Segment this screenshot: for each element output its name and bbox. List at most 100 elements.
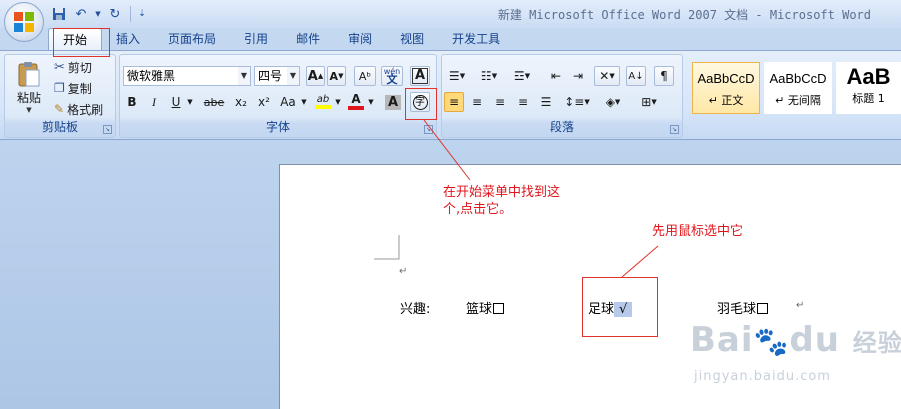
grow-font-button[interactable]: A ▲ (306, 66, 325, 86)
font-name-combo[interactable]: 微软雅黑 ▼ (123, 66, 251, 86)
bullets-button[interactable]: ☰ ▼ (444, 66, 470, 86)
paw-icon: 🐾 (753, 325, 790, 358)
tab-references[interactable]: 引用 (230, 28, 282, 50)
basketball-checkbox[interactable] (493, 303, 505, 314)
enclose-button-highlight-box (405, 88, 437, 120)
font-group-label: 字体 (265, 120, 290, 134)
annotation-menu-hint: 在开始菜单中找到这 个,点击它。 (443, 184, 560, 218)
clear-formatting-button[interactable]: Aᵇ (354, 66, 376, 86)
watermark-brand2: du (789, 320, 840, 360)
option-basketball[interactable]: 篮球 (466, 298, 505, 317)
bullets-icon: ☰ (448, 69, 460, 83)
increase-indent-button[interactable]: ⇥ (568, 66, 588, 86)
format-painter-button[interactable]: ✎ 格式刷 (53, 100, 104, 118)
highlight-dropdown-icon[interactable]: ▼ (333, 92, 343, 112)
paragraph-mark-line: ↵ (796, 300, 805, 311)
multilevel-list-dropdown-icon: ▼ (524, 72, 531, 80)
font-size-combo[interactable]: 四号 ▼ (254, 66, 300, 86)
window-title: 新建 Microsoft Office Word 2007 文档 - Micro… (497, 8, 871, 22)
shrink-font-button[interactable]: A ▼ (327, 66, 346, 86)
font-launcher-icon[interactable]: ↘ (424, 125, 433, 134)
character-shading-button[interactable]: A (383, 92, 403, 112)
borders-dropdown-icon: ▼ (651, 98, 657, 106)
numbering-button[interactable]: ☷ ▼ (476, 66, 502, 86)
distributed-button[interactable]: ☰ (536, 92, 556, 112)
tab-view[interactable]: 视图 (386, 28, 438, 50)
save-icon[interactable] (50, 5, 68, 23)
option-badminton[interactable]: 羽毛球 (717, 298, 769, 317)
paragraph-group-label: 段落 (549, 120, 574, 134)
align-right-icon: ≡ (494, 95, 506, 109)
italic-button[interactable]: I (145, 92, 163, 112)
paragraph-launcher-icon[interactable]: ↘ (670, 125, 679, 134)
style-normal[interactable]: AaBbCcD ↵ 正文 (692, 62, 760, 114)
style-heading-1-name: 标题 1 (852, 92, 885, 105)
change-case-dropdown-icon[interactable]: ▼ (299, 92, 309, 112)
watermark-cn: 经验 (852, 329, 901, 357)
multilevel-list-button[interactable]: ☲ ▼ (508, 66, 536, 86)
character-border-button[interactable]: A (410, 66, 430, 86)
change-case-button[interactable]: Aa (277, 92, 299, 112)
highlight-button[interactable]: ab (312, 91, 334, 111)
multilevel-list-icon: ☲ (513, 69, 525, 83)
copy-label: 复制 (67, 81, 92, 96)
align-center-button[interactable]: ≡ (467, 92, 487, 112)
style-heading-1[interactable]: AaB 标题 1 (836, 62, 901, 114)
tab-review[interactable]: 审阅 (334, 28, 386, 50)
chinese-layout-icon: ✕ (599, 69, 610, 83)
style-no-spacing-name: ↵ 无间隔 (775, 94, 821, 107)
align-right-button[interactable]: ≡ (490, 92, 510, 112)
superscript-button[interactable]: x² (254, 92, 274, 112)
shrink-font-icon: A (329, 69, 339, 83)
watermark-url: jingyan.baidu.com (694, 369, 831, 384)
show-marks-button[interactable]: ¶ (654, 66, 674, 86)
subscript-button[interactable]: x₂ (231, 92, 251, 112)
align-left-button[interactable]: ≡ (444, 92, 464, 112)
sort-button[interactable]: A↓ (626, 66, 646, 86)
font-name-dropdown-icon[interactable]: ▼ (238, 67, 250, 85)
phonetic-guide-button[interactable]: wén 文 (381, 66, 403, 86)
customize-icon[interactable]: ⇣ (137, 5, 147, 23)
clipboard-launcher-icon[interactable]: ↘ (103, 125, 112, 134)
undo-dropdown-icon[interactable]: ▼ (94, 5, 102, 23)
line-spacing-dropdown-icon: ▼ (584, 98, 590, 106)
decrease-indent-button[interactable]: ⇤ (546, 66, 566, 86)
tab-developer[interactable]: 开发工具 (438, 28, 514, 50)
font-size-dropdown-icon[interactable]: ▼ (287, 67, 299, 85)
chinese-layout-button[interactable]: ✕ ▼ (594, 66, 620, 86)
line-spacing-button[interactable]: ↕≡ ▼ (564, 92, 590, 112)
badminton-checkbox[interactable] (757, 303, 769, 314)
chinese-layout-dropdown-icon: ▼ (609, 72, 615, 80)
font-color-bar (348, 106, 364, 110)
paragraph-mark-icon: ¶ (660, 69, 668, 83)
paste-dropdown-icon: ▼ (26, 105, 32, 114)
office-button[interactable] (4, 2, 44, 42)
annotation-menu-hint-line2: 个,点击它。 (443, 202, 513, 217)
underline-button[interactable]: U (167, 92, 185, 112)
font-name-value: 微软雅黑 (127, 69, 176, 83)
borders-button[interactable]: ⊞ ▼ (634, 92, 664, 112)
shading-button[interactable]: ◈ ▼ (598, 92, 628, 112)
font-color-button[interactable]: A (346, 91, 366, 111)
style-heading-1-preview: AaB (846, 64, 891, 89)
ribbon-tabs: 开始 插入 页面布局 引用 邮件 审阅 视图 开发工具 (48, 28, 514, 50)
cut-button[interactable]: ✂ 剪切 (53, 58, 93, 76)
tab-mailings[interactable]: 邮件 (282, 28, 334, 50)
copy-icon: ❐ (54, 81, 65, 95)
paragraph-group: ☰ ▼ ☷ ▼ ☲ ▼ ⇤ ⇥ ✕ ▼ A↓ ¶ ≡ ≡ ≡ ≡ ☰ ↕≡ ▼ ◈ ▼ ⊞ ▼… (441, 54, 683, 138)
font-size-value: 四号 (258, 69, 283, 83)
style-no-spacing-preview: AaBbCcD (769, 71, 827, 86)
office-logo-icon (14, 12, 34, 32)
bold-button[interactable]: B (123, 92, 141, 112)
justify-button[interactable]: ≡ (513, 92, 533, 112)
font-color-dropdown-icon[interactable]: ▼ (366, 92, 376, 112)
paste-button[interactable]: 粘贴 ▼ (9, 59, 49, 115)
copy-button[interactable]: ❐ 复制 (53, 79, 93, 97)
strikethrough-button[interactable]: abe (201, 92, 227, 112)
undo-icon[interactable]: ↶ (72, 5, 90, 23)
redo-icon[interactable]: ↻ (106, 5, 124, 23)
grow-font-icon: A (307, 68, 318, 84)
tab-page-layout[interactable]: 页面布局 (154, 28, 230, 50)
style-no-spacing[interactable]: AaBbCcD ↵ 无间隔 (764, 62, 832, 114)
underline-dropdown-icon[interactable]: ▼ (185, 92, 195, 112)
